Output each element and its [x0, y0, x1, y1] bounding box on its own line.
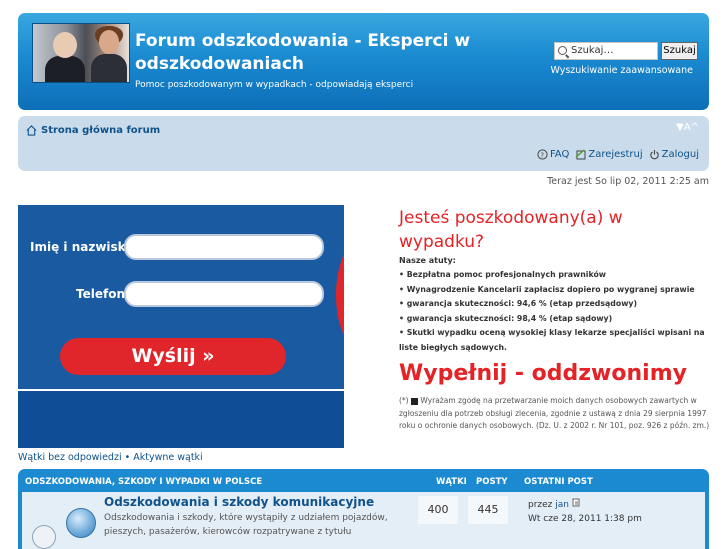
search-icon [558, 46, 567, 55]
contact-form-banner[interactable]: Imię i nazwisko: Telefon: Wyślij » [18, 205, 344, 448]
send-button[interactable]: Wyślij » [60, 338, 286, 375]
col-topics-header: WĄTKI [436, 477, 467, 487]
name-label: Imię i nazwisko: [30, 240, 139, 254]
view-post-icon[interactable] [572, 498, 581, 507]
quick-links-separator: • [121, 452, 134, 463]
consent-body: Wyrażam zgodę na przetwarzanie moich dan… [399, 396, 710, 430]
quick-links: Wątki bez odpowiedzi • Aktywne wątki [18, 452, 203, 463]
last-post-by: przez [528, 500, 553, 510]
col-posts-header: POSTY [476, 477, 508, 487]
site-description: Pomoc poszkodowanym w wypadkach - odpowi… [135, 80, 414, 90]
unanswered-link[interactable]: Wątki bez odpowiedzi [18, 452, 122, 463]
svg-text:?: ? [540, 151, 544, 159]
login-link[interactable]: Zaloguj [649, 149, 699, 160]
faq-label: FAQ [549, 149, 570, 160]
advanced-search-link[interactable]: Wyszukiwanie zaawansowane [550, 65, 693, 76]
promo-point: Skutki wypadku oceną wysokiej klasy leka… [399, 326, 709, 355]
promo-point: Bezpłatna pomoc profesjonalnych prawnikó… [399, 268, 709, 283]
home-icon [26, 125, 37, 136]
col-last-post-header: OSTATNI POST [524, 477, 593, 487]
last-post-user[interactable]: jan [555, 500, 569, 510]
navbar: Strona główna forum ▼A^ ? FAQ Zarejestru… [18, 116, 709, 171]
category-title[interactable]: ODSZKODOWANIA, SZKODY I WYPADKI W POLSCE [25, 477, 262, 487]
register-link[interactable]: Zarejestruj [575, 149, 643, 160]
promo-point: gwarancja skuteczności: 98,4 % (etap sąd… [399, 312, 709, 327]
promo-title: Jesteś poszkodowany(a) w wypadku? [399, 208, 623, 252]
forum-row[interactable]: Odszkodowania i szkody komunikacyjne Ods… [22, 492, 705, 549]
site-header: Forum odszkodowania - Eksperci w odszkod… [18, 13, 709, 110]
current-time: Teraz jest So lip 02, 2011 2:25 am [547, 176, 709, 187]
promo-point: Wynagrodzenie Kancelarii zapłacisz dopie… [399, 283, 709, 298]
consent-checkbox[interactable] [411, 397, 418, 405]
forum-read-icon [66, 508, 96, 538]
font-size-toggle[interactable]: ▼A^ [676, 122, 699, 133]
site-logo[interactable] [32, 23, 130, 83]
search-placeholder: Szukaj… [571, 45, 614, 56]
help-icon: ? [537, 149, 548, 160]
name-field[interactable] [124, 234, 324, 260]
active-topics-link[interactable]: Aktywne wątki [133, 452, 202, 463]
banner-footer [18, 391, 344, 448]
faq-link[interactable]: ? FAQ [537, 149, 569, 160]
promo-subtitle: Nasze atuty: [399, 256, 456, 265]
login-label: Zaloguj [661, 149, 699, 160]
document-icon [32, 525, 56, 549]
forum-category: ODSZKODOWANIA, SZKODY I WYPADKI W POLSCE… [18, 469, 709, 549]
posts-count: 445 [468, 496, 508, 524]
forum-title-link[interactable]: Odszkodowania i szkody komunikacyjne [104, 495, 374, 509]
promo-points: Bezpłatna pomoc profesjonalnych prawnikó… [399, 268, 709, 355]
site-title[interactable]: Forum odszkodowania - Eksperci w odszkod… [135, 30, 505, 76]
register-icon [575, 149, 586, 160]
banner-red-accent [336, 235, 344, 355]
phone-label: Telefon: [76, 287, 130, 301]
consent-prefix: (*) [399, 396, 409, 405]
last-post-date: Wt cze 28, 2011 1:38 pm [528, 514, 642, 524]
topics-count: 400 [418, 496, 458, 524]
phone-field[interactable] [124, 281, 324, 307]
search-button[interactable]: Szukaj [661, 42, 698, 60]
promo-point: gwarancja skuteczności: 94,6 % (etap prz… [399, 297, 709, 312]
search-input[interactable]: Szukaj… [554, 42, 658, 60]
consent-text: (*) Wyrażam zgodę na przetwarzanie moich… [399, 395, 711, 433]
register-label: Zarejestruj [588, 149, 643, 160]
last-post: przez jan Wt cze 28, 2011 1:38 pm [528, 498, 642, 526]
home-link[interactable]: Strona główna forum [26, 125, 160, 136]
forum-description: Odszkodowania i szkody, które wystąpiły … [104, 513, 388, 537]
promo-call-to-action: Wypełnij - oddzwonimy [399, 361, 687, 386]
power-icon [649, 150, 659, 160]
user-links: ? FAQ Zarejestruj Zaloguj [537, 149, 699, 160]
home-link-label: Strona główna forum [41, 125, 161, 136]
